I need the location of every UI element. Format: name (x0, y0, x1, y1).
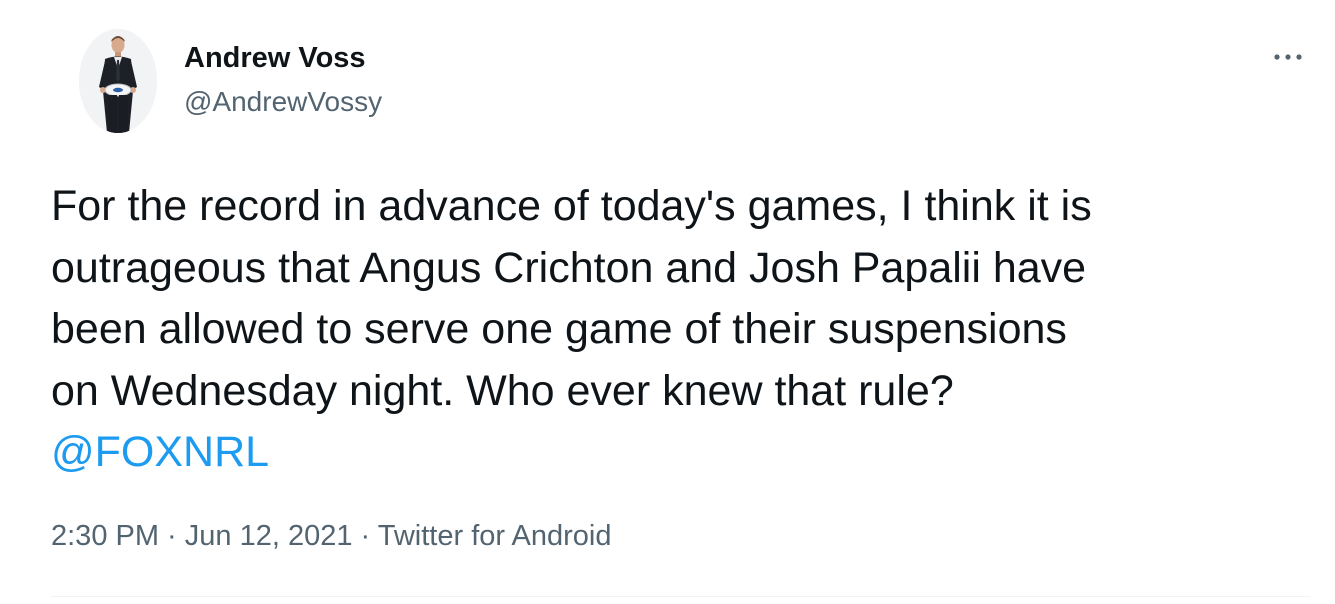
more-options-button[interactable] (1266, 39, 1310, 75)
tweet-text-line: been allowed to serve one game of their … (51, 305, 1067, 353)
tweet-metadata: 2:30 PM · Jun 12, 2021 · Twitter for And… (51, 520, 611, 553)
author-handle[interactable]: @AndrewVossy (184, 86, 382, 118)
divider (51, 596, 1311, 597)
tweet-card: Andrew Voss @AndrewVossy For the record … (0, 0, 1335, 604)
tweet-source[interactable]: Twitter for Android (378, 520, 612, 552)
meta-separator: · (352, 520, 378, 552)
author-name[interactable]: Andrew Voss (184, 42, 366, 75)
tweet-text: For the record in advance of today's gam… (51, 176, 1311, 484)
more-options-icon (1274, 54, 1302, 60)
avatar-image (79, 29, 157, 133)
tweet-text-line: outrageous that Angus Crichton and Josh … (51, 243, 1087, 292)
tweet-text-line: For the record in advance of today's gam… (51, 182, 1092, 230)
mention-link[interactable]: @FOXNRL (51, 428, 269, 476)
tweet-date[interactable]: Jun 12, 2021 (185, 520, 353, 552)
meta-separator: · (159, 520, 185, 552)
tweet-text-line: on Wednesday night. Who ever knew that r… (51, 366, 954, 415)
avatar[interactable] (79, 29, 157, 133)
tweet-time[interactable]: 2:30 PM (51, 520, 159, 552)
